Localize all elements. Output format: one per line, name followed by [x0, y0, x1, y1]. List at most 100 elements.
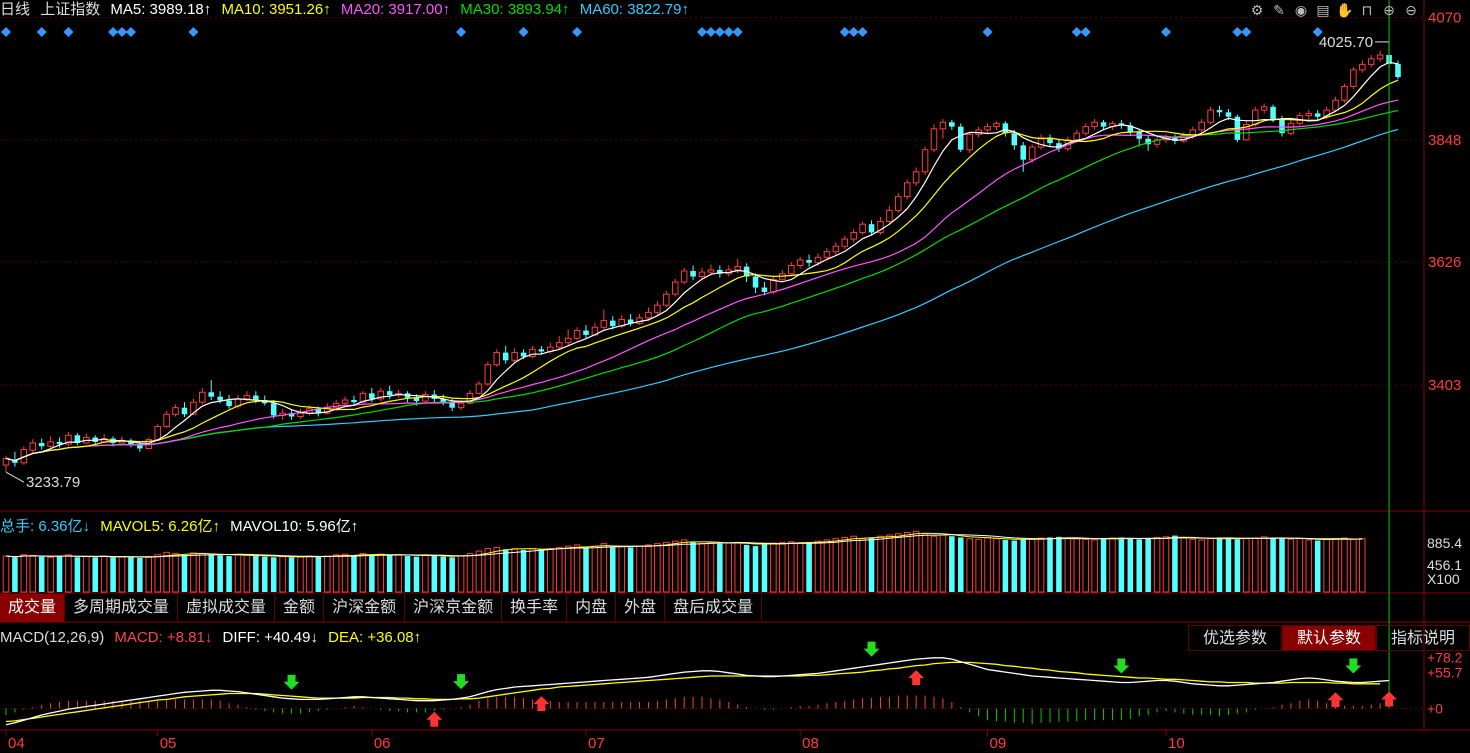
ma5-value: MA5: 3989.18↑ — [110, 1, 212, 18]
volume-legend: 总手: 6.36亿↓ MAVOL5: 6.26亿↑ MAVOL10: 5.96亿… — [0, 517, 364, 537]
volume-bar — [547, 548, 554, 593]
eye-icon[interactable]: ◉ — [1292, 0, 1310, 20]
price-tick-label: 4070 — [1428, 10, 1461, 27]
volume-bar — [475, 550, 483, 593]
tab-outer[interactable]: 外盘 — [616, 594, 666, 622]
x-tick-label: 05 — [160, 735, 177, 752]
volume-bar — [939, 534, 947, 593]
volume-bar — [690, 542, 696, 592]
tab-after-hours-volume[interactable]: 盘后成交量 — [665, 594, 763, 622]
candle-body — [707, 269, 715, 273]
candle-body — [181, 407, 188, 415]
zoom-in-icon[interactable]: ⊕ — [1380, 0, 1398, 20]
volume-bar — [555, 546, 563, 593]
volume-bar — [341, 553, 349, 593]
candle-body — [698, 271, 706, 278]
buy-arrow-icon — [1381, 691, 1398, 707]
macd-tick-label: +78.2 — [1427, 650, 1463, 666]
candle-body — [208, 392, 214, 397]
briefcase-icon[interactable]: ▤ — [1314, 0, 1332, 20]
volume-bar — [1056, 536, 1062, 592]
gear-icon[interactable]: ⚙ — [1248, 0, 1266, 20]
volume-bar — [1047, 537, 1053, 592]
candle-body — [912, 171, 920, 184]
volume-bar — [921, 533, 929, 593]
sell-arrow-icon — [863, 641, 880, 657]
volume-bar — [457, 555, 465, 593]
volume-bar — [1162, 536, 1170, 593]
volume-bar — [1011, 540, 1018, 592]
volume-bar — [538, 549, 545, 592]
candle-body — [787, 265, 795, 275]
volume-bar — [949, 536, 955, 592]
volume-bar — [796, 542, 804, 593]
sell-arrow-icon — [453, 674, 470, 690]
tab-virtual-volume[interactable]: 虚拟成交量 — [178, 594, 276, 622]
volume-bar — [1198, 539, 1205, 593]
ma20-value: MA20: 3917.00↑ — [340, 1, 451, 18]
ma60-value: MA60: 3822.79↑ — [579, 1, 689, 18]
ma5-line — [5, 61, 1399, 462]
volume-bar — [984, 536, 991, 593]
volume-bar — [591, 545, 599, 593]
volume-bar — [698, 543, 706, 593]
tab-multi-period-volume[interactable]: 多周期成交量 — [65, 594, 179, 622]
candle-body — [351, 399, 357, 403]
volume-bar — [1350, 538, 1357, 593]
volume-bar — [145, 556, 153, 593]
signal-diamond — [732, 27, 743, 37]
volume-bar — [912, 530, 920, 593]
volume-bar — [466, 553, 474, 593]
candle-body — [850, 231, 857, 240]
volume-bar — [823, 539, 831, 593]
volume-bar — [627, 547, 634, 592]
volume-bar — [895, 533, 902, 593]
volume-bar — [1020, 539, 1026, 592]
volume-bar — [262, 556, 268, 592]
volume-bar — [208, 554, 214, 592]
signal-diamond — [117, 27, 127, 37]
candle-body — [1287, 122, 1295, 134]
volume-bar — [787, 541, 795, 593]
volume-bar — [850, 535, 857, 593]
volume-bar — [1100, 538, 1107, 592]
candle-body — [1225, 112, 1232, 117]
lock-icon[interactable]: ⊓ — [1358, 0, 1376, 20]
tab-turnover[interactable]: 换手率 — [502, 594, 568, 622]
candle-body — [993, 122, 1000, 128]
volume-bar — [717, 543, 723, 592]
macd-params: MACD(12,26,9) — [0, 629, 105, 646]
zoom-out-icon[interactable]: ⊖ — [1402, 0, 1420, 20]
default-params-button[interactable]: 默认参数 — [1281, 625, 1376, 651]
volume-bar — [671, 540, 679, 593]
candle-body — [38, 442, 45, 447]
candle-body — [1376, 54, 1384, 60]
hand-icon[interactable]: ✋ — [1336, 0, 1354, 20]
signal-diamond — [188, 27, 199, 37]
tab-amount[interactable]: 金额 — [275, 594, 325, 622]
param-buttons: 优选参数 默认参数 指标说明 — [1187, 625, 1470, 651]
candle-body — [814, 256, 822, 264]
volume-bar — [449, 557, 455, 592]
volume-bar — [966, 538, 973, 593]
price-legend: 日线 上证指数 MA5: 3989.18↑ MA10: 3951.26↑ MA2… — [0, 0, 695, 20]
x-tick-label: 10 — [1168, 735, 1185, 752]
tab-hs-amount[interactable]: 沪深金额 — [324, 594, 406, 622]
volume-bar — [315, 556, 322, 592]
volume-bar — [83, 556, 90, 593]
volume-bar — [993, 538, 1000, 593]
candle-body — [1011, 133, 1018, 146]
tab-hsj-amount[interactable]: 沪深京金额 — [405, 594, 503, 622]
optimized-params-button[interactable]: 优选参数 — [1187, 625, 1282, 651]
pen-icon[interactable]: ✎ — [1270, 0, 1288, 20]
macd-legend: MACD(12,26,9) MACD: +8.81↓ DIFF: +40.49↓… — [0, 628, 427, 648]
volume-bar — [743, 544, 750, 592]
candle-body — [270, 403, 277, 416]
volume-bar — [1243, 538, 1250, 593]
candle-body — [1251, 109, 1259, 125]
indicator-help-button[interactable]: 指标说明 — [1375, 625, 1470, 651]
signal-diamond — [839, 27, 850, 37]
candle-body — [903, 182, 911, 198]
tab-volume[interactable]: 成交量 — [0, 594, 66, 622]
tab-inner[interactable]: 内盘 — [567, 594, 617, 622]
